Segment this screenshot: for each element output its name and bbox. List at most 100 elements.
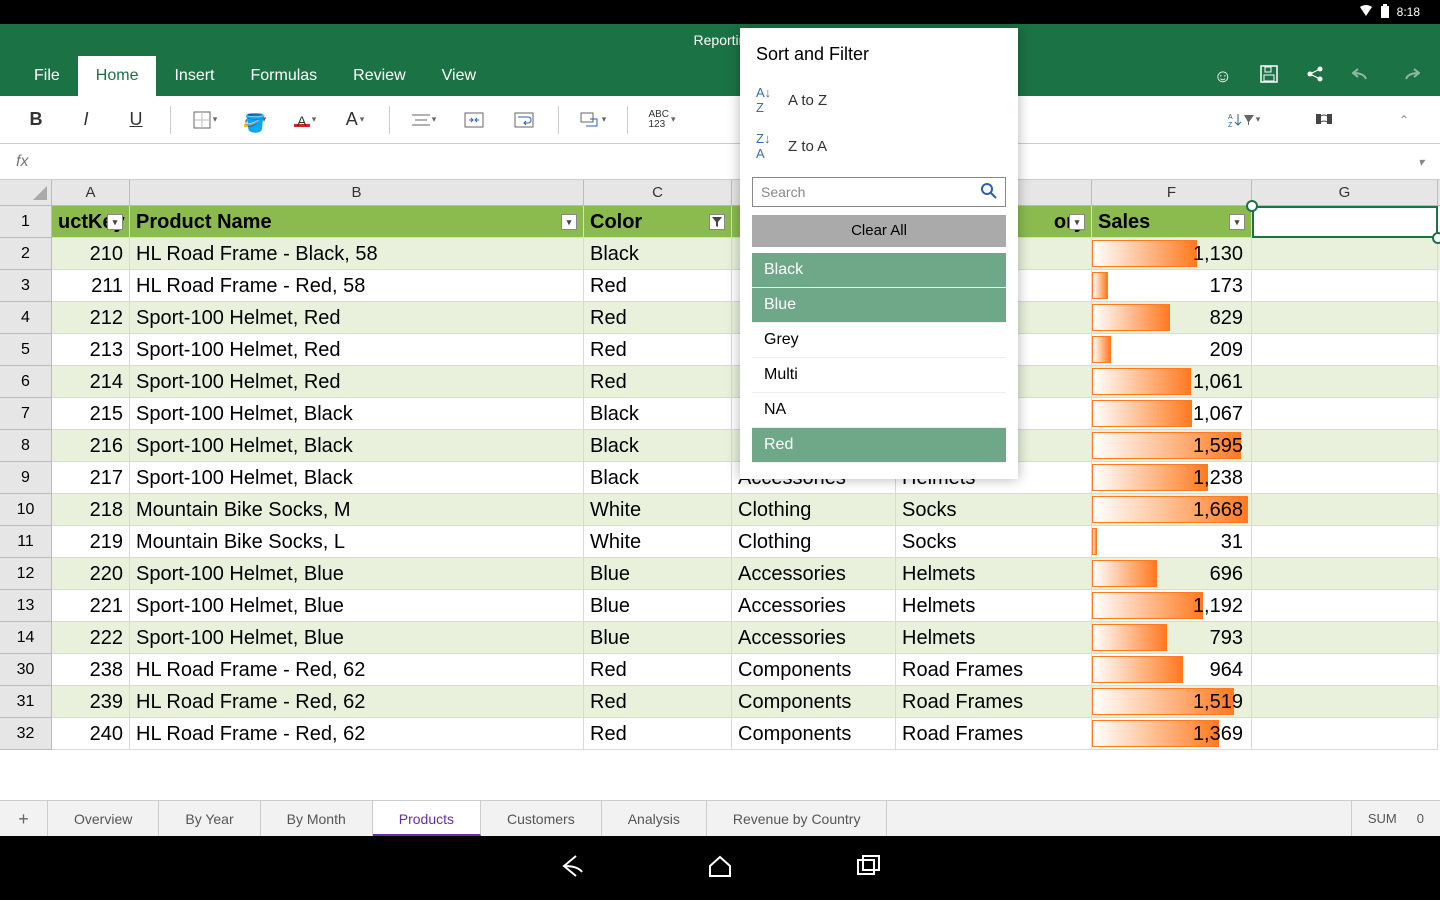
cell-empty[interactable]	[1252, 718, 1438, 750]
cell-empty[interactable]	[1252, 686, 1438, 718]
sheet-revenue[interactable]: Revenue by Country	[707, 801, 888, 836]
cell-sales[interactable]: 1,595	[1092, 430, 1252, 462]
cell-sales[interactable]: 1,519	[1092, 686, 1252, 718]
cell-subcategory[interactable]: Road Frames	[896, 686, 1092, 718]
cell-name[interactable]: Sport-100 Helmet, Red	[130, 334, 584, 366]
cell-styles-button[interactable]: ABC123▾	[642, 102, 682, 138]
row-header[interactable]: 12	[0, 558, 52, 590]
table-row[interactable]: 30238HL Road Frame - Red, 62RedComponent…	[0, 654, 1440, 686]
cell-key[interactable]: 238	[52, 654, 130, 686]
cell-subcategory[interactable]: Road Frames	[896, 718, 1092, 750]
merge-button[interactable]	[454, 102, 494, 138]
cell-key[interactable]: 240	[52, 718, 130, 750]
row-header[interactable]: 3	[0, 270, 52, 302]
row-header[interactable]: 4	[0, 302, 52, 334]
cell-empty[interactable]	[1252, 430, 1438, 462]
table-row[interactable]: 12220Sport-100 Helmet, BlueBlueAccessori…	[0, 558, 1440, 590]
cell-sales[interactable]: 793	[1092, 622, 1252, 654]
filter-icon[interactable]: ▾	[1229, 214, 1245, 230]
filter-item-grey[interactable]: Grey	[752, 323, 1006, 358]
filter-icon[interactable]: ▾	[107, 214, 123, 230]
col-header-b[interactable]: B	[130, 180, 584, 205]
row-header[interactable]: 5	[0, 334, 52, 366]
filter-item-na[interactable]: NA	[752, 393, 1006, 428]
italic-button[interactable]: I	[66, 102, 106, 138]
spreadsheet-grid[interactable]: 1 uctKey▾ Product Name▾ Color ory▾ Sales…	[0, 206, 1440, 750]
table-row[interactable]: 5213Sport-100 Helmet, RedRed209	[0, 334, 1440, 366]
cell-color[interactable]: Blue	[584, 558, 732, 590]
cell-name[interactable]: HL Road Frame - Red, 58	[130, 270, 584, 302]
cell-key[interactable]: 221	[52, 590, 130, 622]
recents-icon[interactable]	[854, 852, 882, 885]
cell-name[interactable]: HL Road Frame - Red, 62	[130, 686, 584, 718]
cell-color[interactable]: Black	[584, 238, 732, 270]
header-sales[interactable]: Sales▾	[1092, 206, 1252, 238]
font-color-button[interactable]: A▾	[285, 102, 325, 138]
sheet-products[interactable]: Products	[373, 801, 481, 836]
cell-category[interactable]: Accessories	[732, 622, 896, 654]
cell-key[interactable]: 239	[52, 686, 130, 718]
row-header[interactable]: 14	[0, 622, 52, 654]
cell-empty[interactable]	[1252, 558, 1438, 590]
cell-name[interactable]: Mountain Bike Socks, L	[130, 526, 584, 558]
cell-category[interactable]: Components	[732, 654, 896, 686]
table-row[interactable]: 14222Sport-100 Helmet, BlueBlueAccessori…	[0, 622, 1440, 654]
cell-name[interactable]: Sport-100 Helmet, Black	[130, 430, 584, 462]
cell-sales[interactable]: 1,067	[1092, 398, 1252, 430]
sort-ztoa[interactable]: Z↓A Z to A	[740, 123, 1018, 169]
cell-category[interactable]: Components	[732, 686, 896, 718]
cell-color[interactable]: Black	[584, 398, 732, 430]
cell-subcategory[interactable]: Helmets	[896, 622, 1092, 654]
cell-name[interactable]: Sport-100 Helmet, Black	[130, 462, 584, 494]
cell-key[interactable]: 216	[52, 430, 130, 462]
header-productname[interactable]: Product Name▾	[130, 206, 584, 238]
cell-name[interactable]: Sport-100 Helmet, Red	[130, 302, 584, 334]
cell-color[interactable]: Blue	[584, 622, 732, 654]
table-row[interactable]: 4212Sport-100 Helmet, RedRed829	[0, 302, 1440, 334]
col-header-f[interactable]: F	[1092, 180, 1252, 205]
cell-color[interactable]: Red	[584, 302, 732, 334]
align-button[interactable]: ▾	[404, 102, 444, 138]
table-row[interactable]: 11219Mountain Bike Socks, LWhiteClothing…	[0, 526, 1440, 558]
header-productkey[interactable]: uctKey▾	[52, 206, 130, 238]
cell-empty[interactable]	[1252, 238, 1438, 270]
cell-color[interactable]: Red	[584, 718, 732, 750]
cell-sales[interactable]: 964	[1092, 654, 1252, 686]
row-header[interactable]: 8	[0, 430, 52, 462]
cell-sales[interactable]: 1,061	[1092, 366, 1252, 398]
row-header[interactable]: 9	[0, 462, 52, 494]
table-row[interactable]: 8216Sport-100 Helmet, BlackBlack 1,595	[0, 430, 1440, 462]
table-row[interactable]: 6214Sport-100 Helmet, RedRed1,061	[0, 366, 1440, 398]
cell-sales[interactable]: 696	[1092, 558, 1252, 590]
cell-category[interactable]: Accessories	[732, 558, 896, 590]
cell-key[interactable]: 217	[52, 462, 130, 494]
table-row[interactable]: 2210HL Road Frame - Black, 58Blacknes1,1…	[0, 238, 1440, 270]
table-row[interactable]: 13221Sport-100 Helmet, BlueBlueAccessori…	[0, 590, 1440, 622]
cell-name[interactable]: Sport-100 Helmet, Blue	[130, 622, 584, 654]
cell-name[interactable]: HL Road Frame - Red, 62	[130, 718, 584, 750]
cell-empty[interactable]	[1252, 462, 1438, 494]
find-button[interactable]	[1304, 102, 1344, 138]
smiley-icon[interactable]: ☺	[1214, 66, 1232, 87]
filter-item-red[interactable]: Red	[752, 428, 1006, 463]
cell-sales[interactable]: 173	[1092, 270, 1252, 302]
tab-home[interactable]: Home	[78, 56, 157, 96]
cell-key[interactable]: 214	[52, 366, 130, 398]
collapse-ribbon-button[interactable]: ⌃	[1384, 102, 1424, 138]
cell-sales[interactable]: 1,130	[1092, 238, 1252, 270]
cell-empty[interactable]	[1252, 590, 1438, 622]
cell-color[interactable]: Black	[584, 430, 732, 462]
table-row[interactable]: 31239HL Road Frame - Red, 62RedComponent…	[0, 686, 1440, 718]
cell-color[interactable]: Red	[584, 366, 732, 398]
cell-category[interactable]: Clothing	[732, 526, 896, 558]
sort-filter-button[interactable]: AZ ▾	[1224, 102, 1264, 138]
cell-empty[interactable]	[1252, 302, 1438, 334]
cell-empty[interactable]	[1252, 494, 1438, 526]
cell-name[interactable]: Mountain Bike Socks, M	[130, 494, 584, 526]
tab-file[interactable]: File	[16, 56, 78, 96]
row-header[interactable]: 30	[0, 654, 52, 686]
cell-category[interactable]: Clothing	[732, 494, 896, 526]
wrap-text-button[interactable]	[504, 102, 544, 138]
header-color[interactable]: Color	[584, 206, 732, 238]
col-header-g[interactable]: G	[1252, 180, 1438, 205]
